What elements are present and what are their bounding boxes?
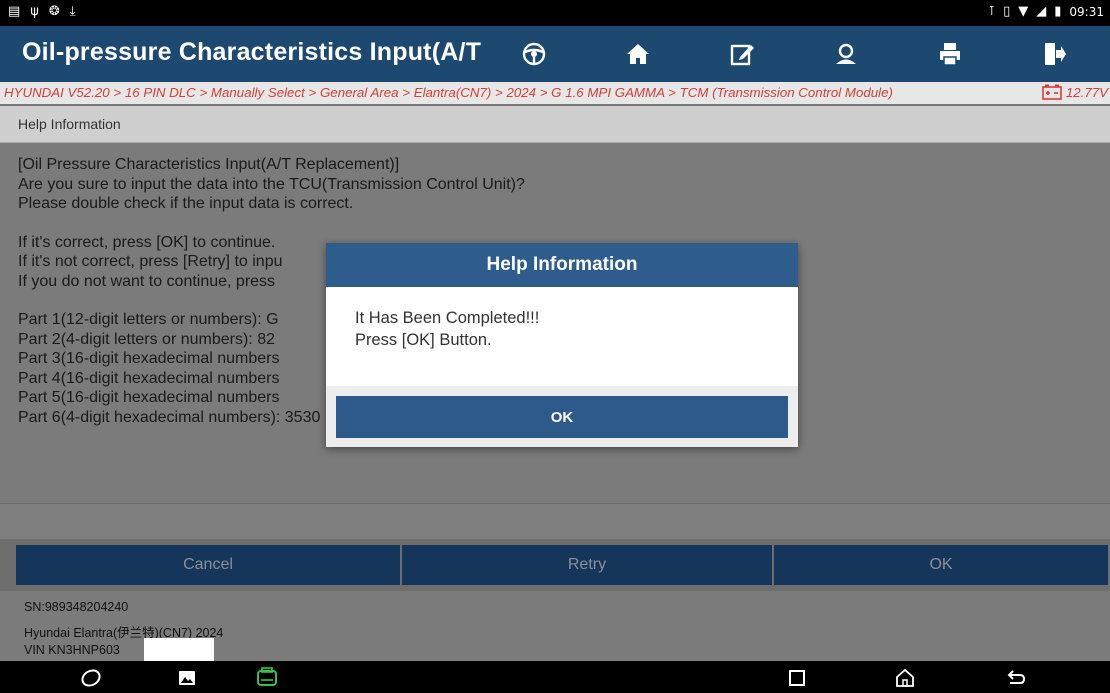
dialog-ok-button[interactable]: OK [336, 396, 788, 438]
battery-icon: ▮ [1054, 4, 1062, 19]
vin-number: VIN KN3HNP603 [24, 643, 120, 657]
dialog-title: Help Information [326, 243, 798, 287]
title-bar: Oil-pressure Characteristics Input(A/T [0, 26, 1110, 82]
completion-dialog: Help Information It Has Been Completed!!… [326, 243, 798, 447]
home-icon [627, 44, 649, 64]
page-title: Oil-pressure Characteristics Input(A/T [22, 38, 482, 66]
exit-button[interactable] [1002, 26, 1106, 82]
retry-button[interactable]: Retry [402, 545, 772, 585]
dialog-message: It Has Been Completed!!! Press [OK] Butt… [355, 307, 539, 351]
edit-report-icon [730, 44, 754, 66]
back-icon[interactable] [1004, 667, 1026, 689]
content-line: [Oil Pressure Characteristics Input(A/T … [18, 156, 400, 173]
user-profile-button[interactable] [794, 26, 898, 82]
signal-icon: ◢ [1036, 4, 1047, 19]
breadcrumb-path: HYUNDAI V52.20 > 16 PIN DLC > Manually S… [4, 85, 893, 100]
dialog-footer: OK [326, 386, 798, 447]
status-bar: ▤ ψ ❂ ⤓ ⊺ ▯ ▼ ◢ ▮ 09:31 [0, 0, 1110, 26]
download-icon: ⤓ [69, 4, 76, 19]
navigation-bar [0, 661, 1110, 693]
spacer-strip [0, 503, 1110, 540]
bluetooth-icon: ⊺ [988, 4, 996, 19]
exit-icon [1045, 43, 1066, 65]
action-bar: Cancel Retry OK [0, 539, 1110, 591]
home-nav-icon[interactable] [894, 667, 916, 689]
content-line: Are you sure to input the data into the … [18, 175, 525, 193]
gallery-icon[interactable] [176, 667, 198, 689]
vin-redaction [144, 638, 214, 662]
cancel-button[interactable]: Cancel [16, 545, 400, 585]
help-information-header: Help Information [0, 106, 1110, 143]
home-button[interactable] [586, 26, 690, 82]
usb-icon: ψ [30, 4, 39, 19]
accessibility-icon: ❂ [48, 4, 60, 19]
steering-wheel-button[interactable] [482, 26, 586, 82]
voltage-value: 12.77V [1065, 84, 1108, 100]
edit-report-button[interactable] [690, 26, 794, 82]
ok-button[interactable]: OK [774, 545, 1108, 585]
serial-number: SN:989348204240 [24, 600, 129, 614]
wifi-icon: ▼ [1018, 4, 1029, 19]
vehicle-info-footer: SN:989348204240 Hyundai Elantra(伊兰特)(CN7… [0, 591, 1110, 662]
car-battery-icon [1042, 84, 1062, 100]
dialog-message-line: It Has Been Completed!!! [355, 309, 540, 327]
vibrate-icon: ▯ [1003, 4, 1011, 19]
user-profile-icon [836, 43, 856, 64]
printer-icon [940, 43, 960, 66]
browser-icon[interactable] [80, 667, 102, 689]
recent-apps-icon[interactable] [786, 667, 808, 689]
print-button[interactable] [898, 26, 1002, 82]
voltage-indicator: 12.77V [1042, 84, 1108, 100]
help-header-label: Help Information [18, 116, 121, 132]
vci-connector-icon[interactable] [256, 667, 278, 689]
clock: 09:31 [1069, 5, 1104, 19]
notification-icon: ▤ [8, 4, 21, 19]
content-line: Please double check if the input data is… [18, 195, 354, 212]
breadcrumb: HYUNDAI V52.20 > 16 PIN DLC > Manually S… [0, 82, 1110, 104]
steering-wheel-icon [522, 42, 546, 66]
dialog-message-line: Press [OK] Button. [355, 331, 492, 349]
